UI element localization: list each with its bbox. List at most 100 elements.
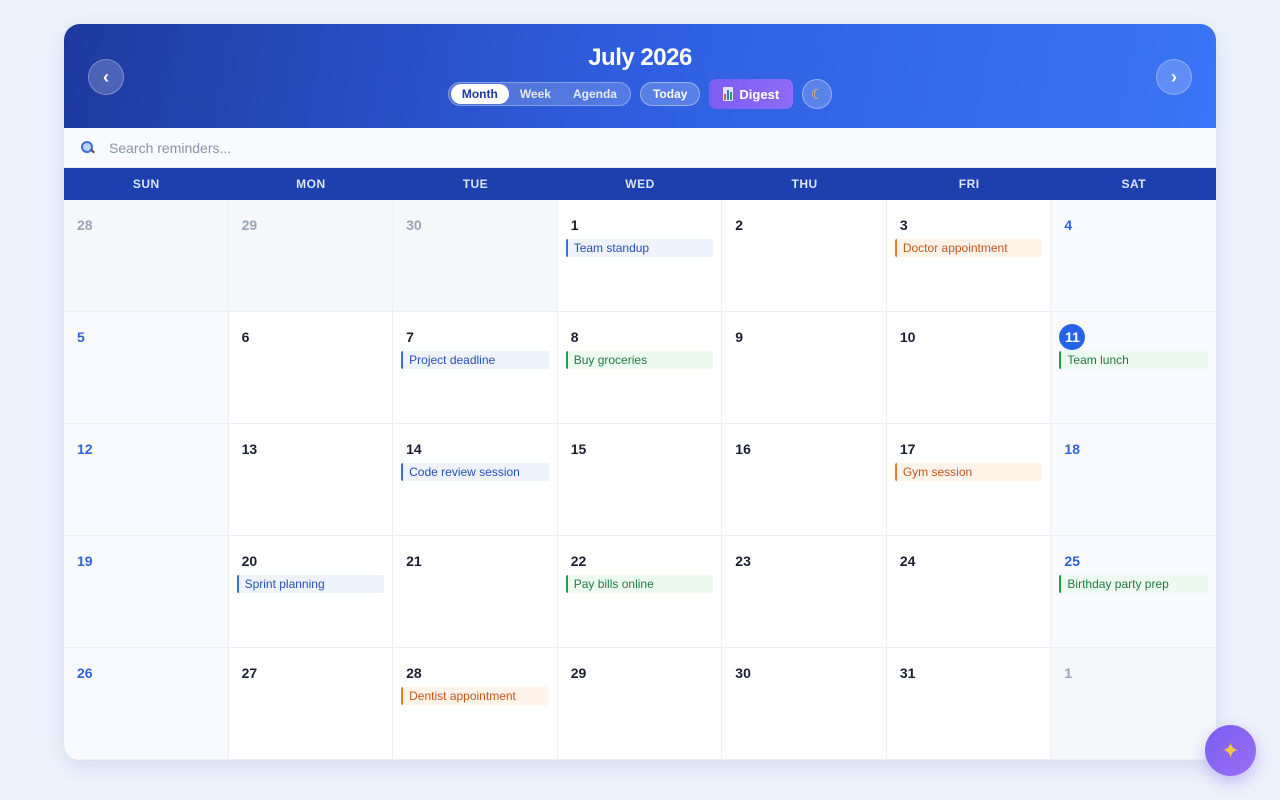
day-cell[interactable]: 3 Doctor appointment — [886, 200, 1052, 312]
day-number: 28 — [406, 665, 422, 681]
day-cell[interactable]: 29 — [557, 648, 723, 760]
day-number: 6 — [241, 329, 250, 345]
day-cell[interactable]: 22 Pay bills online — [557, 536, 723, 648]
day-cell[interactable]: 21 — [393, 536, 558, 648]
day-cell[interactable]: 13 — [228, 424, 394, 536]
chevron-right-icon: › — [1171, 66, 1177, 87]
view-controls: Month Week Agenda Today Digest ☾ — [64, 79, 1216, 109]
moon-icon: ☾ — [810, 85, 824, 102]
day-cell[interactable]: 1 Team standup — [557, 200, 723, 312]
day-number: 25 — [1064, 553, 1080, 569]
today-button[interactable]: Today — [639, 82, 701, 106]
event-chip[interactable]: Code review session — [401, 463, 549, 481]
day-cell[interactable]: 20 Sprint planning — [228, 536, 394, 648]
event-chip[interactable]: Buy groceries — [565, 351, 714, 369]
day-cell[interactable]: 24 — [886, 536, 1052, 648]
day-cell[interactable]: 15 — [557, 424, 723, 536]
view-month-button[interactable]: Month — [450, 84, 509, 104]
day-cell[interactable]: 7 Project deadline — [393, 312, 558, 424]
event-chip[interactable]: Dentist appointment — [401, 687, 549, 705]
weekday-label: TUE — [462, 177, 489, 191]
day-number: 29 — [570, 665, 587, 681]
day-number: 19 — [77, 553, 93, 569]
search-input[interactable] — [107, 138, 711, 157]
day-cell[interactable]: 2 — [722, 200, 887, 312]
day-number: 15 — [570, 441, 587, 457]
view-week-button[interactable]: Week — [509, 84, 562, 104]
day-number: 30 — [406, 217, 422, 233]
day-number: 29 — [241, 217, 258, 233]
day-cell[interactable]: 29 — [228, 200, 394, 312]
day-number: 4 — [1064, 217, 1073, 233]
day-cell[interactable]: 4 — [1051, 200, 1216, 312]
sparkles-icon: ✦ — [1221, 737, 1240, 763]
calendar-card: ‹ July 2026 Month Week Agenda Today Dige… — [64, 24, 1216, 760]
day-number: 1 — [570, 217, 579, 233]
day-cell[interactable]: 27 — [228, 648, 394, 760]
day-cell[interactable]: 30 — [393, 200, 558, 312]
day-cell[interactable]: 5 — [64, 312, 229, 424]
day-cell[interactable]: 30 — [722, 648, 887, 760]
day-cell[interactable]: 23 — [722, 536, 887, 648]
day-cell[interactable]: 31 — [886, 648, 1052, 760]
theme-toggle-button[interactable]: ☾ — [802, 79, 833, 109]
event-chip[interactable]: Project deadline — [401, 351, 549, 369]
weekday-header: SUN MON TUE WED THU FRI SAT — [64, 168, 1216, 200]
day-number: 31 — [899, 665, 916, 681]
day-number: 5 — [77, 329, 85, 345]
day-cell[interactable]: 25 Birthday party prep — [1051, 536, 1216, 648]
weekday-label: THU — [791, 177, 818, 191]
view-agenda-button[interactable]: Agenda — [562, 84, 628, 104]
day-cell[interactable]: 18 — [1051, 424, 1216, 536]
day-cell[interactable]: 16 — [722, 424, 887, 536]
day-number: 26 — [77, 665, 93, 681]
search-icon — [81, 140, 95, 155]
event-chip[interactable]: Gym session — [894, 463, 1043, 481]
assistant-fab-button[interactable]: ✦ — [1205, 725, 1256, 776]
day-cell[interactable]: 26 — [64, 648, 229, 760]
day-cell[interactable]: 6 — [228, 312, 394, 424]
day-cell[interactable]: 10 — [886, 312, 1052, 424]
day-cell[interactable]: 17 Gym session — [886, 424, 1052, 536]
weekday-label: SAT — [1121, 177, 1147, 191]
day-cell[interactable]: 28 — [64, 200, 229, 312]
event-chip[interactable]: Birthday party prep — [1059, 575, 1208, 593]
day-cell[interactable]: 28 Dentist appointment — [393, 648, 558, 760]
weekday-label: MON — [296, 177, 326, 191]
search-bar — [64, 128, 1216, 168]
day-number: 22 — [570, 553, 587, 569]
day-number: 3 — [899, 217, 908, 233]
event-chip[interactable]: Team lunch — [1059, 351, 1208, 369]
day-number: 30 — [735, 665, 751, 681]
day-cell[interactable]: 1 — [1051, 648, 1216, 760]
event-chip[interactable]: Pay bills online — [565, 575, 714, 593]
bar-chart-icon — [723, 87, 734, 101]
calendar-header: ‹ July 2026 Month Week Agenda Today Dige… — [64, 24, 1216, 128]
day-number: 23 — [735, 553, 751, 569]
day-number: 14 — [406, 441, 422, 457]
day-number: 17 — [899, 441, 916, 457]
weekday-label: WED — [625, 177, 655, 191]
event-chip[interactable]: Team standup — [565, 239, 714, 257]
day-number: 12 — [77, 441, 93, 457]
day-number: 24 — [899, 553, 916, 569]
day-number: 28 — [77, 217, 93, 233]
day-number: 20 — [241, 553, 258, 569]
view-switcher: Month Week Agenda — [447, 82, 631, 106]
day-cell[interactable]: 9 — [722, 312, 887, 424]
day-cell[interactable]: 8 Buy groceries — [557, 312, 723, 424]
day-cell[interactable]: 12 — [64, 424, 229, 536]
day-number: 7 — [406, 329, 414, 345]
day-cell[interactable]: 19 — [64, 536, 229, 648]
day-cell-today[interactable]: 11 Team lunch — [1051, 312, 1216, 424]
day-number: 11 — [1059, 324, 1086, 350]
day-number: 21 — [406, 553, 422, 569]
day-cell[interactable]: 14 Code review session — [393, 424, 558, 536]
event-chip[interactable]: Sprint planning — [236, 575, 385, 593]
event-chip[interactable]: Doctor appointment — [894, 239, 1043, 257]
day-number: 8 — [570, 329, 579, 345]
digest-button[interactable]: Digest — [709, 79, 794, 109]
day-number: 27 — [241, 665, 258, 681]
next-month-button[interactable]: › — [1156, 59, 1192, 95]
month-title: July 2026 — [588, 44, 692, 71]
